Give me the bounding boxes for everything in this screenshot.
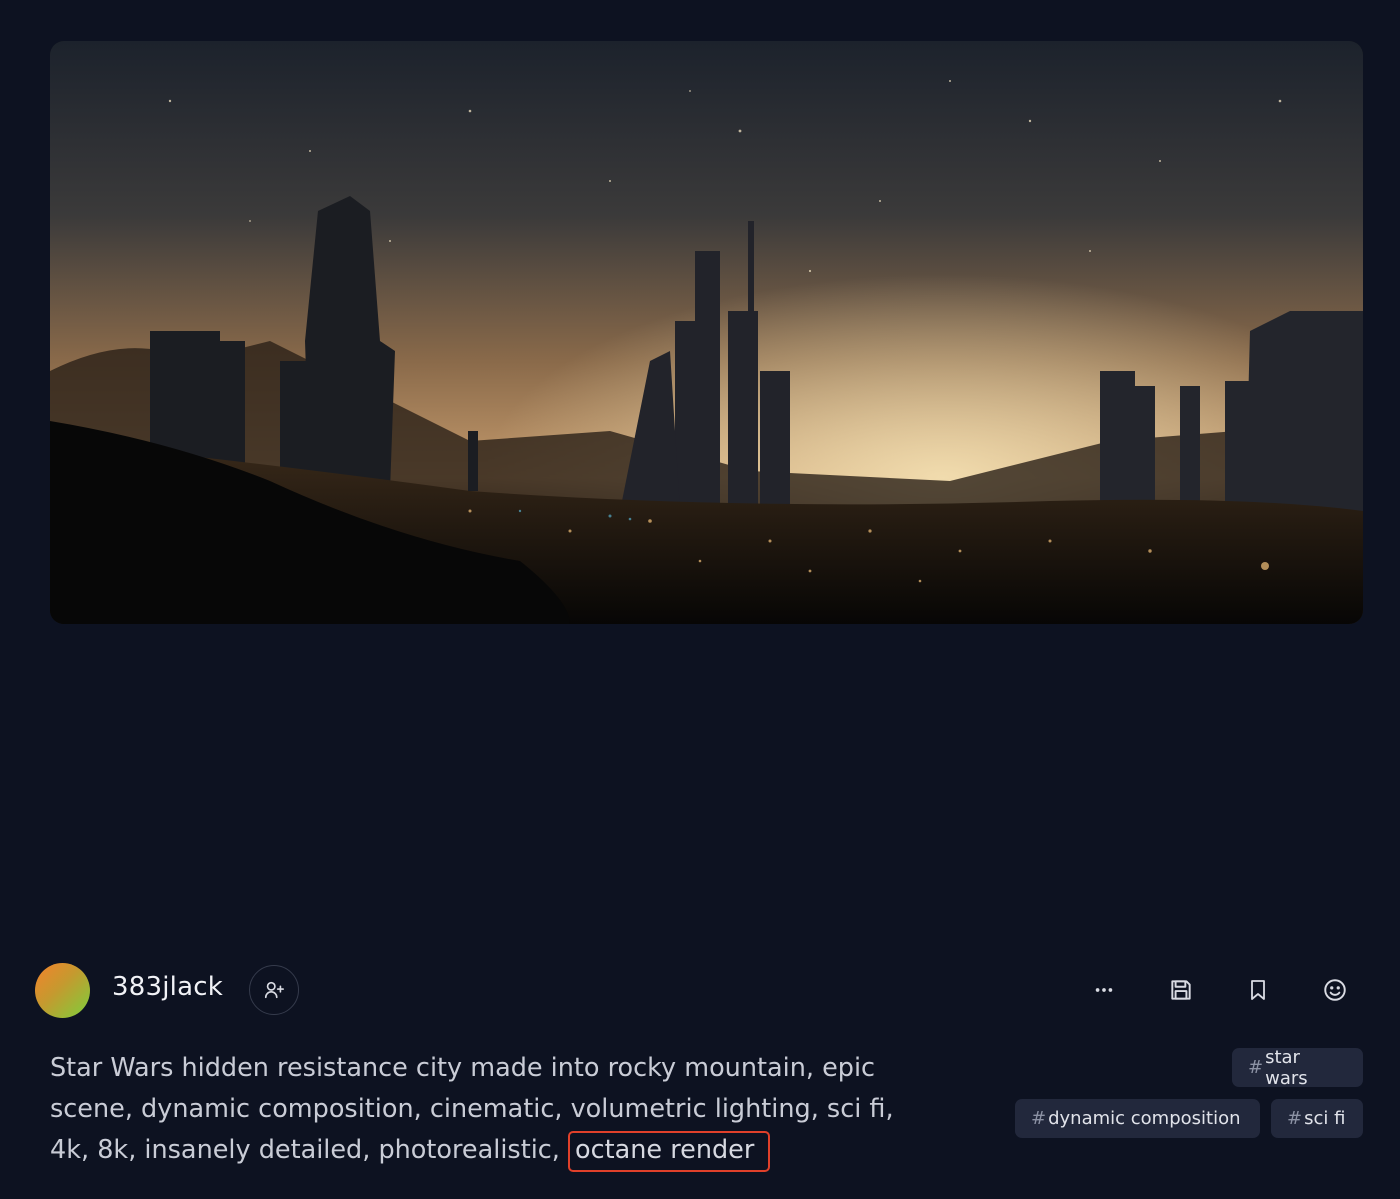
- sci-fi-city-image: [50, 41, 1363, 624]
- tag-label: sci fi: [1304, 1108, 1346, 1129]
- avatar[interactable]: [35, 963, 90, 1018]
- bookmark-button[interactable]: [1239, 971, 1277, 1009]
- smiley-icon: [1324, 979, 1346, 1001]
- username[interactable]: 383jlack: [112, 972, 223, 1002]
- react-button[interactable]: [1316, 971, 1354, 1009]
- artwork-area: [0, 0, 1400, 930]
- tag-dynamic-composition[interactable]: # dynamic composition: [1015, 1099, 1260, 1138]
- tag-label: star wars: [1265, 1046, 1308, 1089]
- prompt-highlight: octane render: [568, 1131, 771, 1172]
- bookmark-icon: [1251, 980, 1265, 1000]
- user-plus-icon: [264, 981, 284, 999]
- artwork-image[interactable]: [50, 41, 1363, 624]
- tag-hash: #: [1287, 1108, 1303, 1129]
- tag-hash: #: [1248, 1057, 1264, 1078]
- tag-label: dynamic composition: [1048, 1108, 1241, 1129]
- follow-button[interactable]: [249, 965, 299, 1015]
- floppy-disk-icon: [1171, 980, 1191, 1000]
- prompt-text: Star Wars hidden resistance city made in…: [50, 1048, 930, 1172]
- more-options-button[interactable]: [1085, 971, 1123, 1009]
- tag-star-wars[interactable]: # star wars: [1232, 1046, 1363, 1089]
- tag-hash: #: [1031, 1108, 1047, 1129]
- tag-sci-fi[interactable]: # sci fi: [1271, 1099, 1363, 1138]
- save-button[interactable]: [1162, 971, 1200, 1009]
- ellipsis-icon: [1095, 988, 1113, 992]
